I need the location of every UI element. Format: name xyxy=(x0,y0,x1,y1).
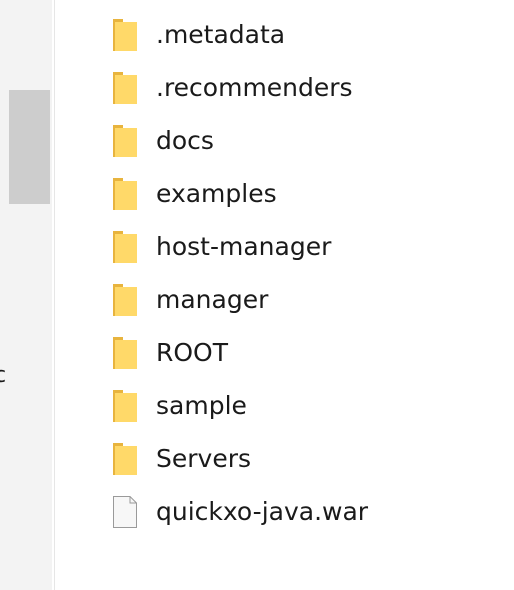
list-item-metadata[interactable]: .metadata xyxy=(56,8,514,61)
list-item-manager[interactable]: manager xyxy=(56,273,514,326)
navigation-scrollbar-thumb[interactable] xyxy=(9,90,50,204)
file-name: ROOT xyxy=(156,338,228,367)
folder-icon xyxy=(113,284,137,316)
list-item-sample[interactable]: sample xyxy=(56,379,514,432)
navigation-pane: c xyxy=(0,0,52,590)
folder-icon xyxy=(113,390,137,422)
file-name: sample xyxy=(156,391,247,420)
navigation-scrollbar[interactable] xyxy=(0,0,50,590)
file-name: quickxo-java.war xyxy=(156,497,369,526)
list-item-quickxo-java-war[interactable]: quickxo-java.war xyxy=(56,485,514,538)
file-explorer-window: c .metadata .recommenders docs examples … xyxy=(0,0,514,590)
folder-icon xyxy=(113,178,137,210)
folder-icon xyxy=(113,337,137,369)
pane-divider[interactable] xyxy=(54,0,55,590)
list-item-docs[interactable]: docs xyxy=(56,114,514,167)
file-name: .recommenders xyxy=(156,73,353,102)
list-item-host-manager[interactable]: host-manager xyxy=(56,220,514,273)
list-item-servers[interactable]: Servers xyxy=(56,432,514,485)
file-name: .metadata xyxy=(156,20,286,49)
file-name: examples xyxy=(156,179,277,208)
file-icon xyxy=(113,496,137,528)
file-name: Servers xyxy=(156,444,252,473)
file-name: manager xyxy=(156,285,269,314)
navigation-item-label[interactable]: c xyxy=(0,362,6,390)
folder-icon xyxy=(113,443,137,475)
list-item-recommenders[interactable]: .recommenders xyxy=(56,61,514,114)
folder-icon xyxy=(113,19,137,51)
file-name: host-manager xyxy=(156,232,332,261)
list-item-root[interactable]: ROOT xyxy=(56,326,514,379)
file-list: .metadata .recommenders docs examples ho… xyxy=(56,8,514,538)
folder-icon xyxy=(113,125,137,157)
list-item-examples[interactable]: examples xyxy=(56,167,514,220)
file-name: docs xyxy=(156,126,214,155)
folder-icon xyxy=(113,231,137,263)
folder-icon xyxy=(113,72,137,104)
